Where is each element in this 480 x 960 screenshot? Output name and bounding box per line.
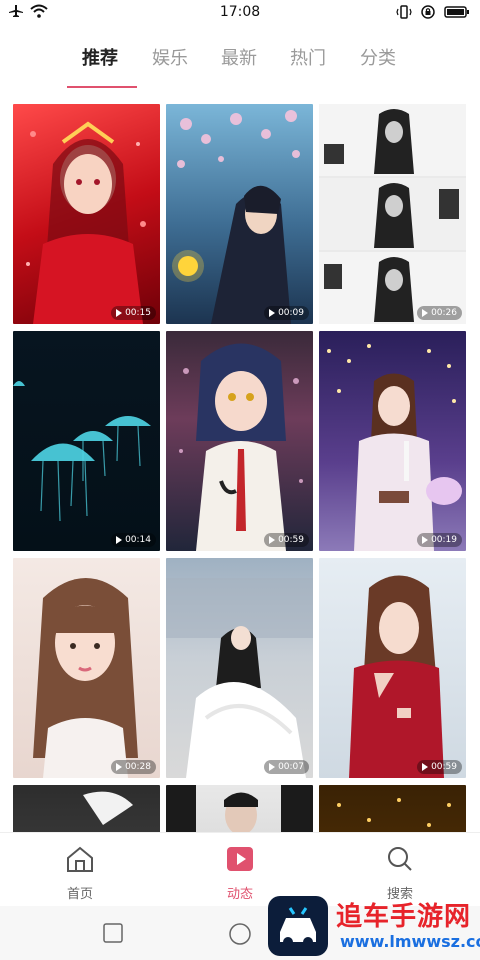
watermark-url: www.lmwwsz.com bbox=[340, 932, 480, 951]
nav-home-label: 首页 bbox=[66, 887, 93, 902]
video-card[interactable] bbox=[319, 785, 466, 832]
home-circle-icon[interactable] bbox=[228, 922, 252, 946]
tab-categories[interactable]: 分类 bbox=[360, 44, 396, 70]
video-thumbnail bbox=[33, 578, 138, 778]
video-card[interactable]: 00:59 bbox=[319, 558, 466, 778]
video-card[interactable] bbox=[13, 785, 160, 832]
video-thumbnail bbox=[13, 381, 151, 522]
play-icon bbox=[422, 763, 429, 771]
video-thumbnail bbox=[319, 104, 466, 324]
watermark-car-icon bbox=[268, 896, 328, 956]
active-tab-indicator bbox=[67, 86, 137, 88]
play-icon bbox=[269, 763, 276, 771]
tab-hot[interactable]: 热门 bbox=[290, 44, 326, 70]
tab-entertainment[interactable]: 娱乐 bbox=[152, 44, 188, 70]
video-card[interactable]: 00:09 bbox=[166, 104, 313, 324]
battery-icon bbox=[444, 6, 469, 18]
duration-badge: 00:09 bbox=[264, 306, 309, 320]
video-thumbnail bbox=[166, 785, 313, 832]
watermark-title: 追车手游网 bbox=[336, 902, 472, 932]
status-bar: 17:08 bbox=[0, 0, 480, 26]
search-icon bbox=[388, 847, 412, 871]
duration-badge: 00:14 bbox=[111, 533, 156, 547]
play-icon bbox=[116, 309, 123, 317]
video-card[interactable]: 00:26 bbox=[319, 104, 466, 324]
play-icon bbox=[116, 763, 123, 771]
play-icon bbox=[269, 309, 276, 317]
status-right-icons bbox=[396, 4, 470, 20]
video-grid: 00:15 00:09 00:26 00:14 00:59 00:19 00:2… bbox=[13, 104, 467, 832]
video-card[interactable]: 00:19 bbox=[319, 331, 466, 551]
video-thumbnail bbox=[349, 575, 444, 778]
play-icon bbox=[116, 536, 123, 544]
duration-badge: 00:59 bbox=[417, 760, 462, 774]
play-icon bbox=[422, 536, 429, 544]
home-icon bbox=[67, 846, 93, 872]
play-icon bbox=[227, 847, 253, 871]
category-tabs: 推荐 娱乐 最新 热门 分类 bbox=[0, 40, 480, 90]
recents-icon[interactable] bbox=[102, 922, 124, 944]
nav-home[interactable]: 首页 bbox=[40, 845, 120, 902]
duration-badge: 00:07 bbox=[264, 760, 309, 774]
duration-badge: 00:26 bbox=[417, 306, 462, 320]
tab-recommended[interactable]: 推荐 bbox=[82, 44, 118, 70]
site-watermark: 追车手游网 www.lmwwsz.com bbox=[266, 888, 480, 958]
video-card[interactable]: 00:28 bbox=[13, 558, 160, 778]
vibrate-icon bbox=[396, 5, 412, 19]
duration-badge: 00:15 bbox=[111, 306, 156, 320]
video-thumbnail bbox=[179, 343, 303, 551]
video-thumbnail bbox=[172, 110, 300, 324]
video-thumbnail bbox=[337, 798, 451, 827]
video-thumbnail bbox=[327, 344, 462, 551]
play-icon bbox=[422, 309, 429, 317]
duration-badge: 00:28 bbox=[111, 760, 156, 774]
duration-badge: 00:19 bbox=[417, 533, 462, 547]
rotation-lock-icon bbox=[421, 5, 435, 19]
tab-latest[interactable]: 最新 bbox=[221, 44, 257, 70]
play-icon bbox=[269, 536, 276, 544]
video-card[interactable]: 00:15 bbox=[13, 104, 160, 324]
video-thumbnail bbox=[83, 791, 133, 825]
duration-badge: 00:59 bbox=[264, 533, 309, 547]
video-card[interactable] bbox=[166, 785, 313, 832]
video-thumbnail bbox=[166, 578, 313, 778]
video-card[interactable]: 00:07 bbox=[166, 558, 313, 778]
video-card[interactable]: 00:14 bbox=[13, 331, 160, 551]
video-card[interactable]: 00:59 bbox=[166, 331, 313, 551]
video-thumbnail bbox=[26, 121, 146, 324]
